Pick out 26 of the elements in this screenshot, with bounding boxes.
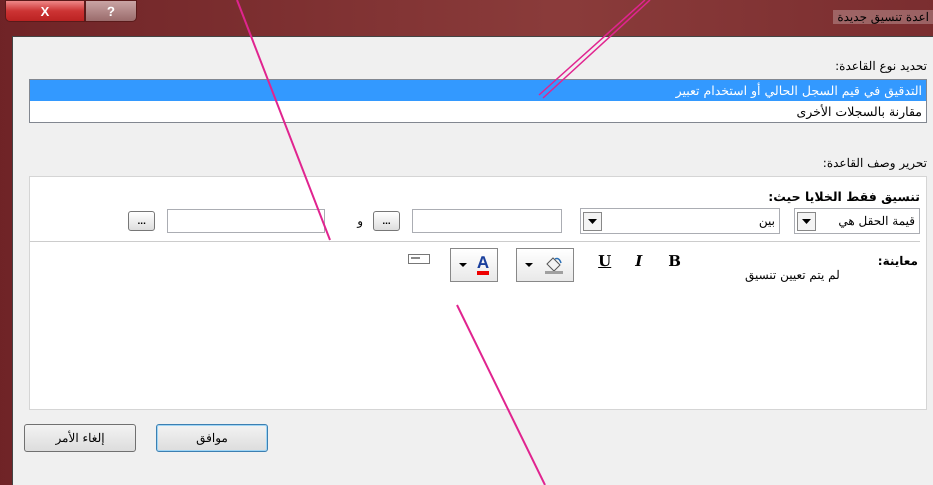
second-value-field[interactable] (167, 209, 326, 233)
and-label: و (357, 214, 363, 228)
operator-combo[interactable]: بين (580, 208, 780, 234)
bold-button[interactable]: B (666, 252, 683, 270)
preview-text: لم يتم تعيين تنسيق (744, 268, 840, 282)
window-title: اعدة تنسيق جديدة (833, 10, 933, 24)
paint-bucket-icon (543, 256, 566, 274)
font-color-button[interactable]: A (450, 248, 498, 282)
fill-color-button[interactable] (516, 248, 574, 282)
builder-button[interactable]: ... (128, 211, 156, 231)
caret-icon (458, 263, 467, 267)
builder-button[interactable]: ... (373, 211, 400, 231)
rule-type-item[interactable]: مقارنة بالسجلات الأخرى (30, 101, 926, 122)
field-combo[interactable]: قيمة الحقل هي (794, 208, 920, 234)
italic-button[interactable]: I (633, 252, 644, 270)
underline-button[interactable]: U (596, 252, 614, 270)
first-value-field[interactable] (412, 209, 562, 233)
cancel-button[interactable]: إلغاء الأمر (24, 424, 136, 452)
format-options-icon (408, 254, 430, 264)
caret-icon (525, 263, 534, 267)
condition-heading: تنسيق فقط الخلايا حيث: (768, 189, 920, 204)
rule-type-label: تحديد نوع القاعدة: (835, 59, 927, 73)
close-button[interactable]: X (5, 0, 85, 22)
preview-label: معاينة: (878, 254, 918, 268)
ok-button[interactable]: موافق (156, 424, 268, 452)
rule-description-label: تحرير وصف القاعدة: (822, 156, 927, 170)
